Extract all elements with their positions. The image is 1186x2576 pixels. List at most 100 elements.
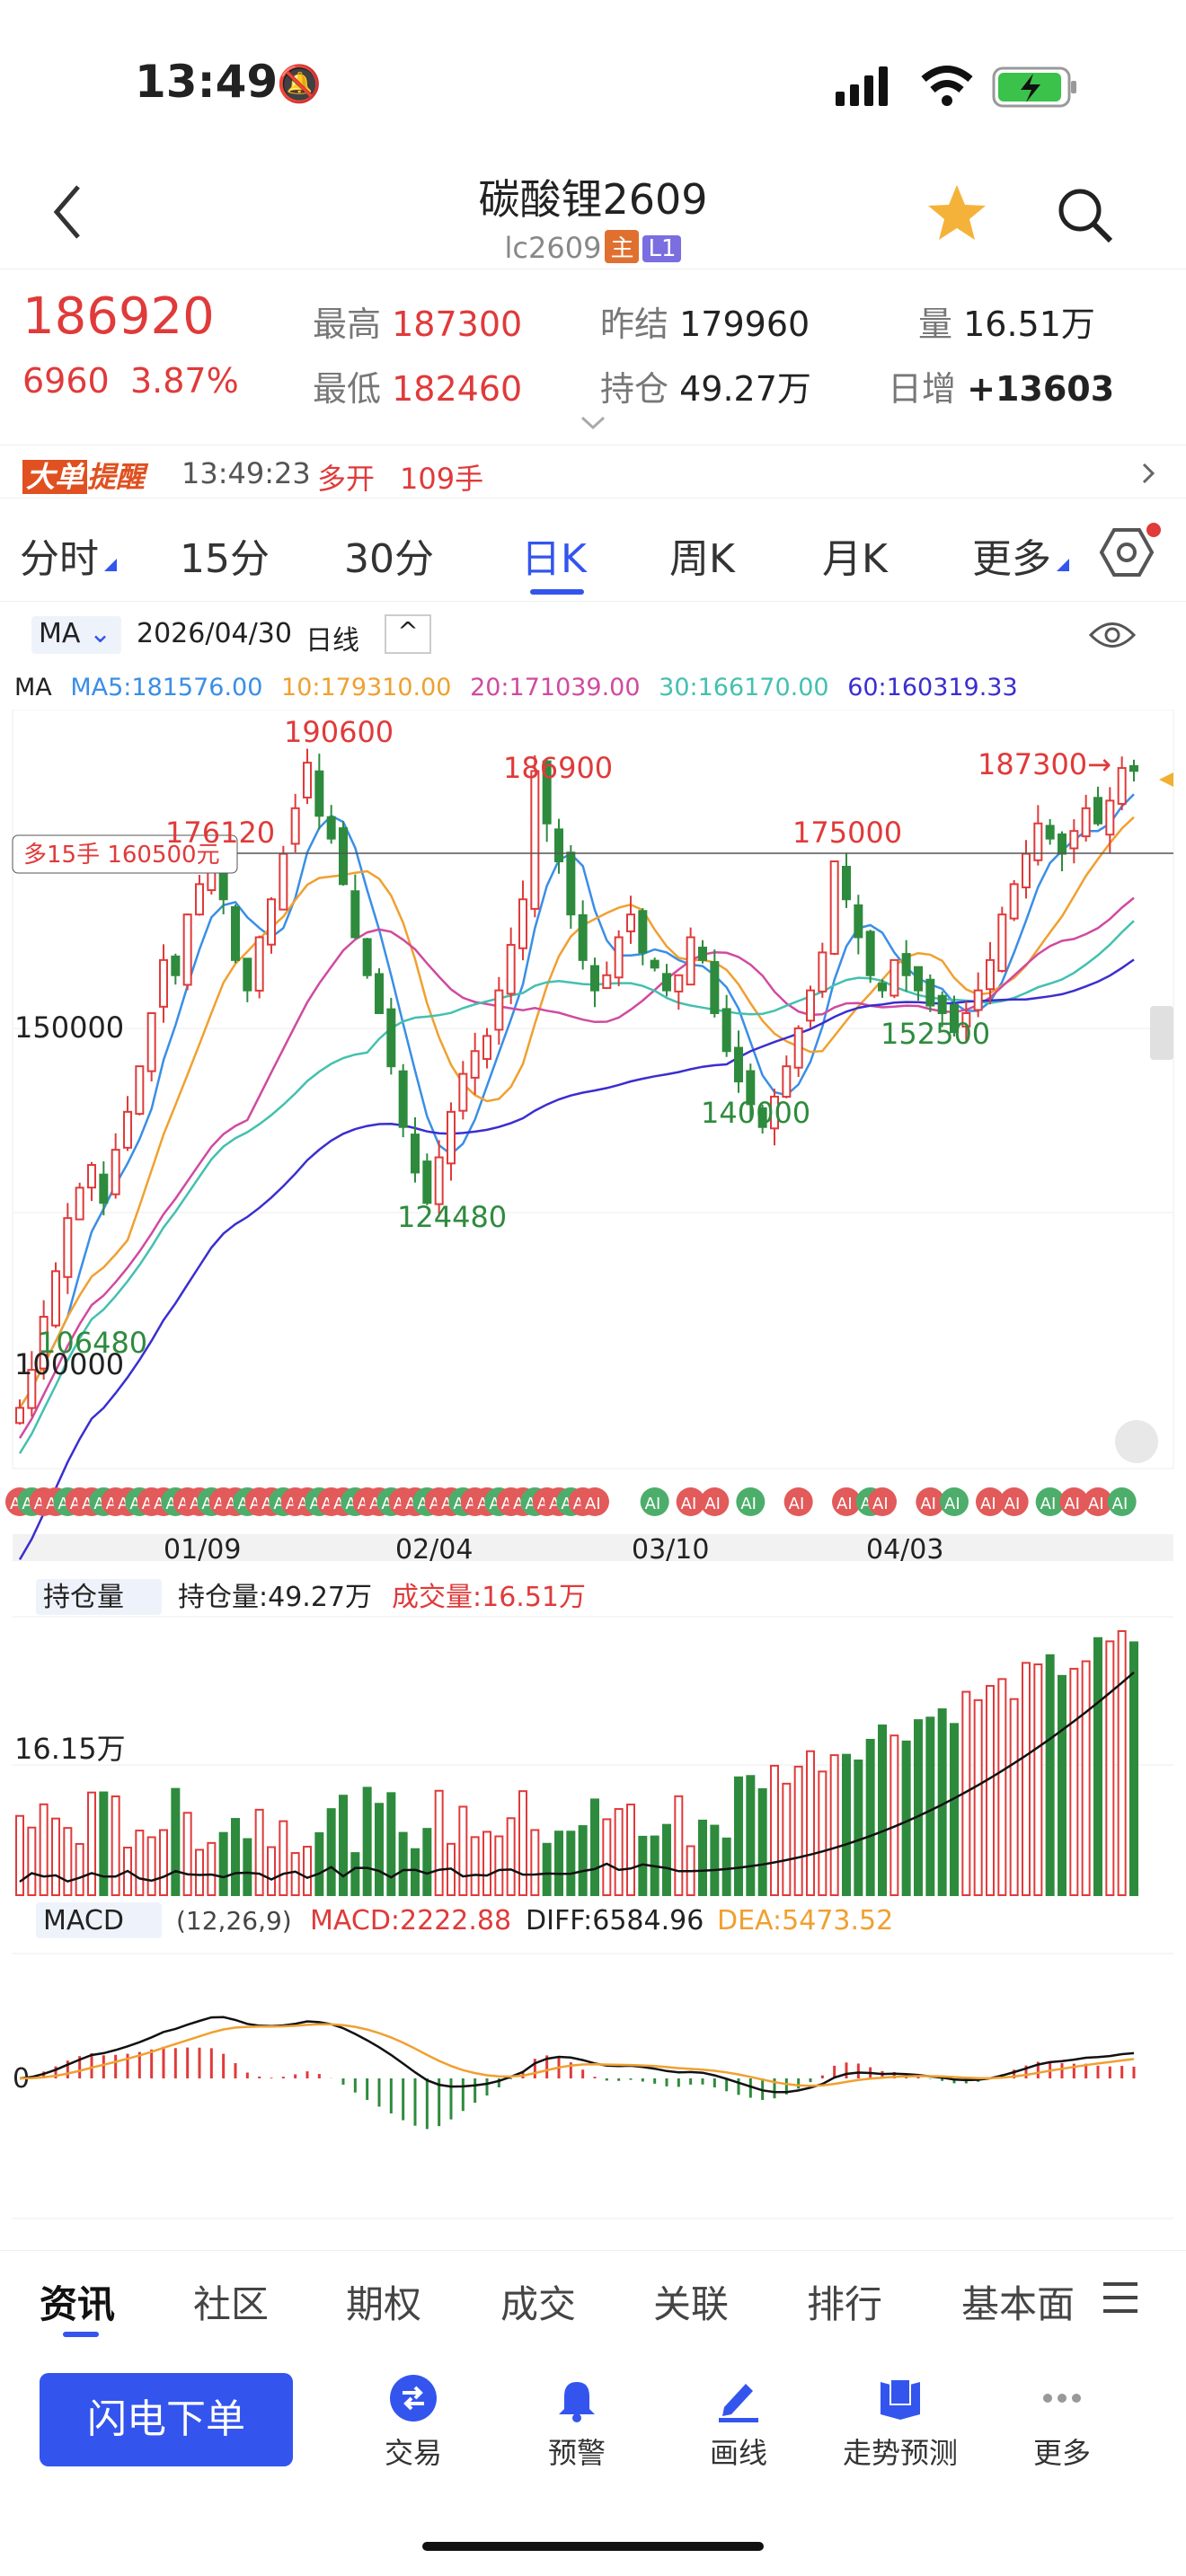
ma-indicator-select[interactable]: MA ⌄ <box>31 616 121 654</box>
tab-daily[interactable]: 日K <box>521 526 587 584</box>
volume-bar <box>734 1776 743 1897</box>
big-order-alert[interactable]: 大单 提醒 13:49:23 多开 109手 <box>0 445 1186 498</box>
candle <box>829 860 839 955</box>
ai-badge: AI <box>736 1487 766 1516</box>
candle <box>698 946 707 961</box>
collapse-button[interactable]: ^ <box>385 614 431 654</box>
candle <box>662 973 671 992</box>
toolbar-alert[interactable]: 预警 <box>514 2373 640 2472</box>
candle <box>470 1050 480 1079</box>
volume-bar <box>542 1842 552 1896</box>
expand-chevron-icon[interactable] <box>580 415 606 431</box>
toolbar-draw[interactable]: 画线 <box>676 2373 801 2472</box>
volume-bar <box>303 1846 312 1896</box>
ai-badge: AI <box>580 1487 609 1516</box>
settings-hexagon-icon[interactable] <box>1098 523 1163 582</box>
volume-bar <box>27 1826 37 1897</box>
bottom-toolbar: 闪电下单 交易 预警 画线 走势预测 更多 <box>0 2353 1186 2497</box>
ai-badge-label: AI <box>681 1495 697 1513</box>
candle <box>854 904 863 939</box>
toolbar-more[interactable]: 更多 <box>999 2373 1125 2472</box>
toolbar-forecast[interactable]: 走势预测 <box>836 2373 965 2472</box>
tab-options[interactable]: 期权 <box>346 2274 421 2329</box>
tab-community[interactable]: 社区 <box>193 2274 269 2329</box>
candle <box>554 828 563 863</box>
candle <box>434 1156 444 1205</box>
vol-axis-label: 16.15万 <box>14 1732 126 1766</box>
candle <box>793 1027 803 1069</box>
candle <box>267 898 276 946</box>
candle <box>997 913 1007 972</box>
candle <box>626 913 635 932</box>
candle <box>986 958 995 991</box>
candle <box>638 910 648 954</box>
side-handle <box>1150 1006 1173 1060</box>
annot-187300: 187300→ <box>978 747 1111 781</box>
tab-monthly[interactable]: 月K <box>822 526 888 584</box>
tab-news[interactable]: 资讯 <box>40 2274 115 2329</box>
candle <box>806 989 815 1022</box>
date-label: 03/10 <box>632 1534 709 1566</box>
price-pointer-icon <box>1159 772 1173 787</box>
volume-bar <box>746 1775 756 1897</box>
volume-bar <box>422 1828 432 1896</box>
tab-timeshare[interactable]: 分时 <box>20 526 99 584</box>
candle <box>914 966 923 992</box>
volume-bar <box>973 1698 983 1896</box>
search-icon[interactable] <box>1055 185 1114 244</box>
eye-icon[interactable] <box>1089 620 1136 650</box>
volume-bar <box>710 1824 720 1896</box>
ai-badge-label: AI <box>872 1495 889 1513</box>
ai-badge: AI <box>999 1487 1029 1516</box>
ai-badge: AI <box>940 1487 969 1516</box>
ai-badge-label: AI <box>585 1495 601 1513</box>
tab-related[interactable]: 关联 <box>653 2274 729 2329</box>
volume-bar <box>698 1819 707 1897</box>
candle <box>482 1035 491 1061</box>
period-tabs: 分时 15分 30分 日K 周K 月K 更多 <box>0 503 1186 602</box>
high-field: 最高 187300 <box>313 304 523 344</box>
candle <box>686 936 695 986</box>
volume-bar <box>314 1831 324 1897</box>
tab-fundamentals[interactable]: 基本面 <box>961 2274 1075 2329</box>
quote-panel: 186920 6960 3.87% 最高 187300 最低 182460 昨结… <box>0 269 1186 440</box>
volume-bar <box>99 1791 109 1896</box>
tab-ranking[interactable]: 排行 <box>807 2274 882 2329</box>
macd-value: MACD:2222.88 <box>310 1905 511 1936</box>
volume-bar <box>1022 1662 1031 1896</box>
toolbar-trade[interactable]: 交易 <box>350 2373 476 2472</box>
candle <box>1009 883 1019 920</box>
tab-trades[interactable]: 成交 <box>500 2274 576 2329</box>
menu-icon[interactable] <box>1102 2281 1139 2314</box>
volume-bar <box>159 1829 168 1896</box>
tab-weekly[interactable]: 周K <box>669 526 735 584</box>
volume-bar <box>243 1838 252 1897</box>
tab-more[interactable]: 更多 <box>972 526 1051 584</box>
candle <box>614 936 624 979</box>
candle <box>447 1110 456 1165</box>
volume-bar <box>890 1734 899 1896</box>
volume-bar <box>829 1754 839 1897</box>
flash-order-button[interactable]: 闪电下单 <box>40 2373 293 2466</box>
alert-time: 13:49:23 <box>181 456 311 490</box>
candle <box>290 807 300 845</box>
kline-chart[interactable]: 多15手 160500元 150000 100000 190600 186900… <box>0 710 1186 2245</box>
ai-badge: AI <box>1107 1487 1137 1516</box>
page-title: 碳酸锂2609 <box>478 175 708 224</box>
candle <box>566 851 576 916</box>
macd-select-label: MACD <box>43 1905 124 1936</box>
volume-bar <box>770 1764 779 1896</box>
candle <box>842 865 851 901</box>
tab-15min[interactable]: 15分 <box>180 526 270 584</box>
volume-bar <box>51 1817 60 1897</box>
volume-bar <box>590 1798 599 1897</box>
volume-bar <box>1093 1636 1102 1896</box>
ai-badge-label: AI <box>1064 1495 1080 1513</box>
star-icon[interactable] <box>925 181 988 244</box>
candle <box>925 978 935 1007</box>
pen-icon <box>719 2384 758 2422</box>
tab-30min[interactable]: 30分 <box>344 526 434 584</box>
price-change-pct: 3.87% <box>130 361 239 401</box>
bell-icon <box>559 2382 595 2422</box>
candle <box>530 770 540 910</box>
